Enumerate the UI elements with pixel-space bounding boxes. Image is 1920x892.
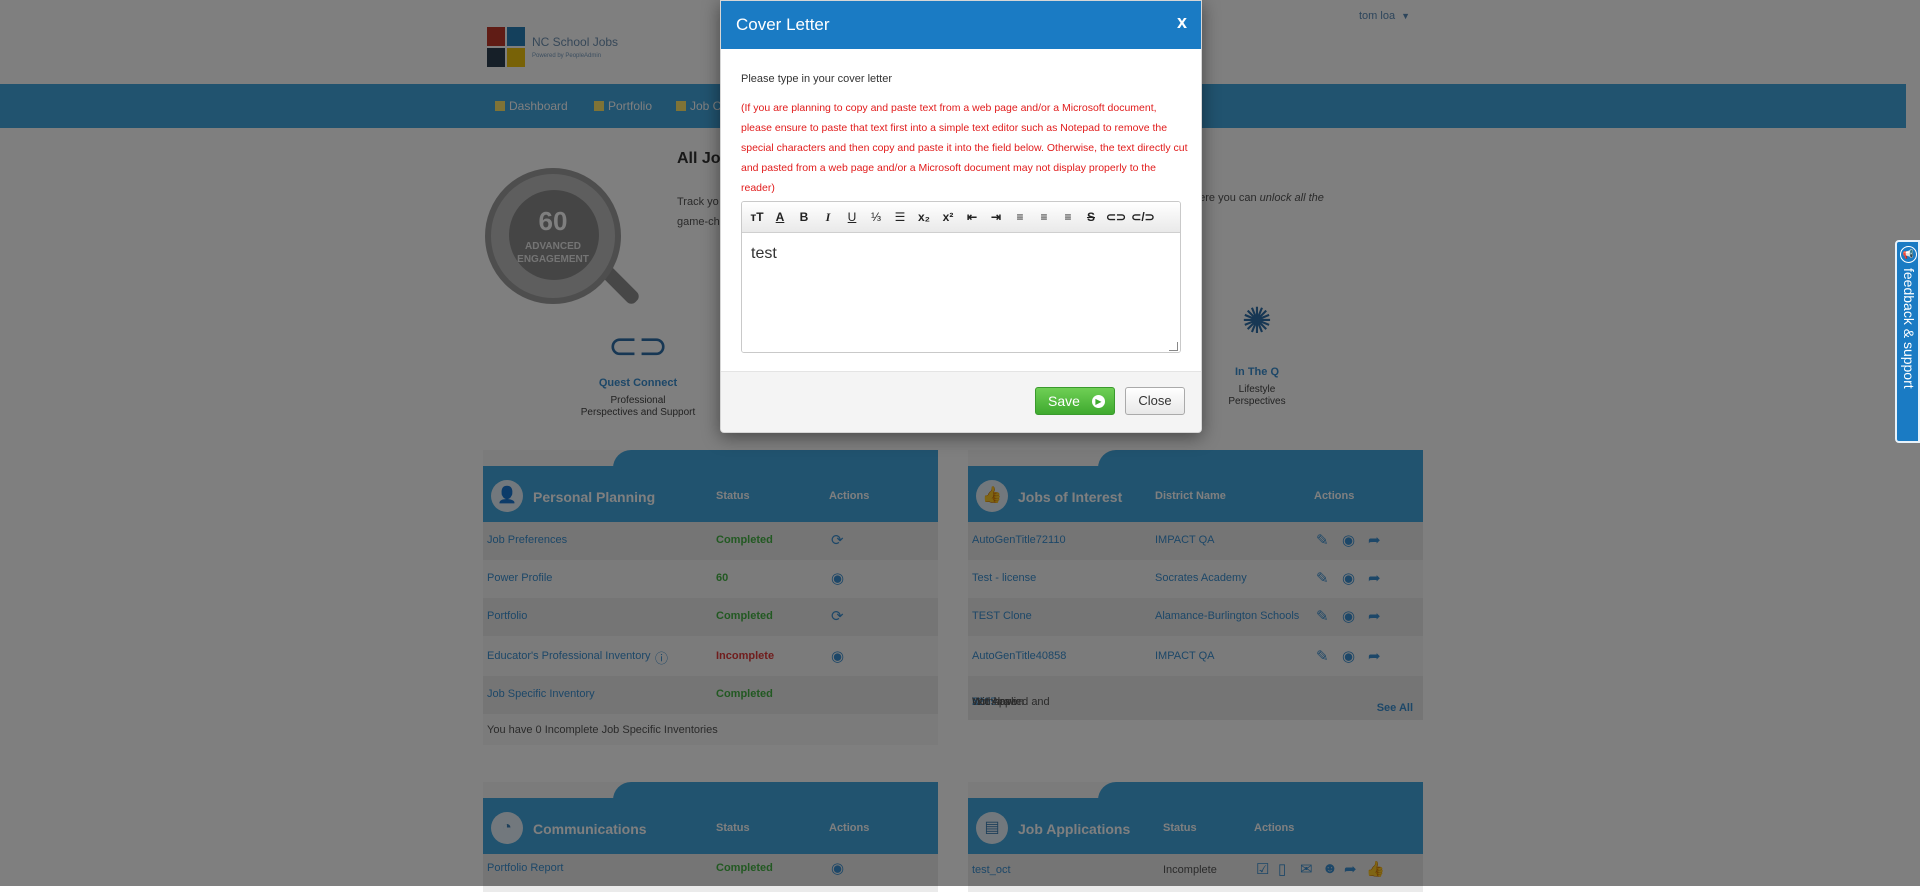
save-button[interactable]: Save ▶ — [1035, 387, 1115, 415]
link-icon[interactable]: ⊂⊃ — [1104, 209, 1128, 225]
bullet-list-icon[interactable]: ☰ — [891, 209, 909, 225]
superscript-icon[interactable]: x² — [939, 209, 957, 225]
cover-letter-dialog: Cover Letter x Please type in your cover… — [720, 0, 1202, 433]
font-size-icon[interactable]: тT — [748, 209, 766, 225]
close-icon[interactable]: x — [1177, 12, 1187, 33]
outdent-icon[interactable]: ⇤ — [963, 209, 981, 225]
indent-icon[interactable]: ⇥ — [987, 209, 1005, 225]
paste-warning: (If you are planning to copy and paste t… — [741, 102, 1188, 194]
strikethrough-icon[interactable]: S — [1083, 209, 1099, 225]
arrow-right-icon: ▶ — [1092, 395, 1105, 408]
italic-icon[interactable]: I — [820, 209, 836, 225]
resize-handle[interactable] — [1169, 342, 1178, 351]
close-button[interactable]: Close — [1125, 387, 1185, 415]
feedback-label: feedback & support — [1901, 268, 1917, 389]
align-right-icon[interactable]: ≡ — [1059, 209, 1077, 225]
ordered-list-icon[interactable]: ⅓ — [867, 209, 885, 225]
dialog-footer: Save ▶ Close — [721, 372, 1201, 432]
underline-icon[interactable]: U — [844, 209, 860, 225]
dialog-title: Cover Letter — [736, 15, 830, 34]
subscript-icon[interactable]: x₂ — [915, 209, 933, 225]
cover-letter-textarea[interactable]: test — [742, 233, 1180, 352]
bold-icon[interactable]: B — [796, 209, 812, 225]
align-center-icon[interactable]: ≡ — [1035, 209, 1053, 225]
dialog-header: Cover Letter x — [721, 1, 1201, 49]
cover-letter-prompt: Please type in your cover letter — [741, 73, 893, 85]
font-color-icon[interactable]: A — [772, 209, 788, 225]
rich-text-editor: тT A B I U ⅓ ☰ x₂ x² ⇤ ⇥ ≡ ≡ ≡ S ⊂⊃ ⊂/⊃ … — [741, 201, 1181, 353]
unlink-icon[interactable]: ⊂/⊃ — [1130, 209, 1156, 225]
megaphone-icon: 📢 — [1900, 246, 1917, 263]
save-label: Save — [1048, 393, 1080, 409]
cover-letter-text: test — [751, 245, 777, 262]
feedback-support-tab[interactable]: 📢 feedback & support — [1895, 240, 1920, 443]
editor-toolbar: тT A B I U ⅓ ☰ x₂ x² ⇤ ⇥ ≡ ≡ ≡ S ⊂⊃ ⊂/⊃ — [742, 202, 1180, 233]
align-left-icon[interactable]: ≡ — [1011, 209, 1029, 225]
